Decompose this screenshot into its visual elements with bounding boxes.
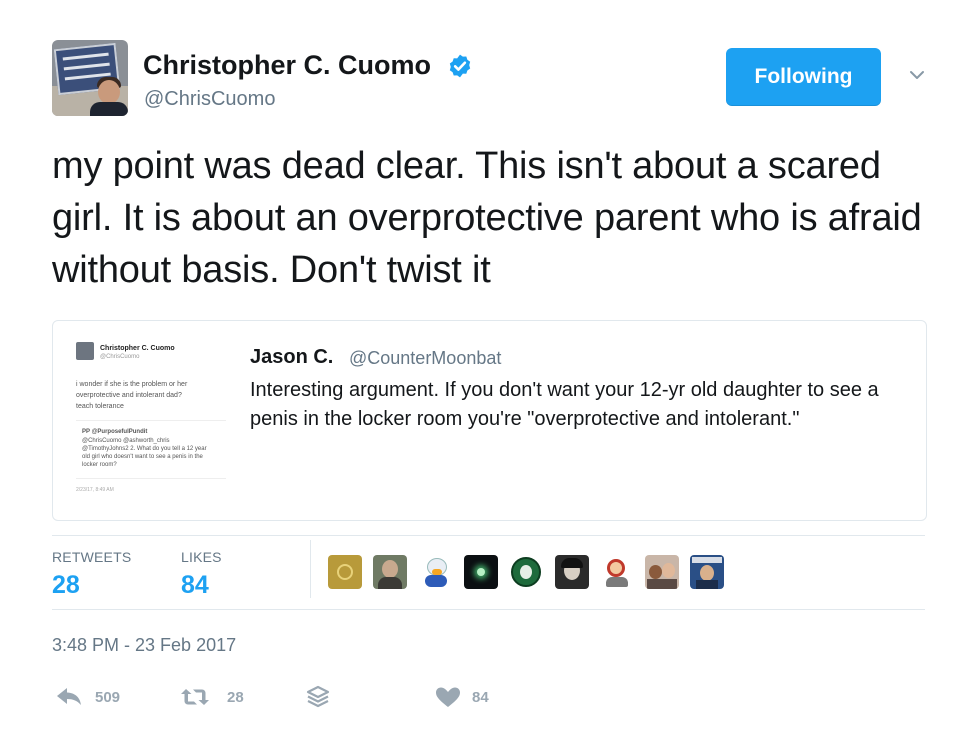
thumbnail-handle: @ChrisCuomo (100, 354, 140, 360)
author-avatar[interactable] (52, 40, 128, 116)
thumbnail-line: teach tolerance (76, 403, 124, 410)
author-handle[interactable]: @ChrisCuomo (144, 88, 275, 111)
liker-avatar[interactable] (509, 555, 543, 589)
stack-icon[interactable] (303, 685, 333, 709)
stats-separator (310, 540, 311, 598)
quoted-author-name[interactable]: Jason C. (250, 346, 333, 369)
liker-avatar[interactable] (464, 555, 498, 589)
quoted-tweet-screenshot: Christopher C. Cuomo @ChrisCuomo i wonde… (70, 336, 230, 498)
tweet-timestamp[interactable]: 3:48 PM - 23 Feb 2017 (52, 635, 236, 656)
like-count[interactable]: 84 (472, 689, 489, 706)
retweets-label[interactable]: RETWEETS (52, 549, 131, 565)
likes-count[interactable]: 84 (181, 571, 209, 600)
thumbnail-reply-head: PP @PurposefulPundit (82, 429, 148, 435)
tweet-text: my point was dead clear. This isn't abou… (52, 145, 922, 291)
liker-avatar[interactable] (600, 555, 634, 589)
reply-count[interactable]: 509 (95, 689, 120, 706)
liker-avatar[interactable] (555, 555, 589, 589)
quoted-tweet-text: Interesting argument. If you don't want … (250, 379, 879, 430)
thumbnail-line: i wonder if she is the problem or her (76, 381, 188, 388)
verified-badge-icon (449, 54, 471, 78)
thumbnail-line: overprotective and intolerant dad? (76, 392, 182, 399)
thumbnail-reply-line: locker room? (82, 462, 117, 468)
retweet-count[interactable]: 28 (227, 689, 244, 706)
following-button[interactable]: Following (726, 48, 881, 106)
divider (52, 609, 925, 610)
retweets-count[interactable]: 28 (52, 571, 80, 600)
like-heart-icon[interactable] (433, 685, 463, 709)
thumbnail-time: 2/23/17, 8:49 AM (76, 487, 114, 493)
liker-avatar[interactable] (328, 555, 362, 589)
author-display-name[interactable]: Christopher C. Cuomo (143, 50, 431, 81)
chevron-down-icon[interactable] (906, 64, 928, 86)
retweet-icon[interactable] (180, 685, 210, 709)
liker-avatar[interactable] (690, 555, 724, 589)
reply-icon[interactable] (54, 685, 84, 709)
quoted-author-handle[interactable]: @CounterMoonbat (349, 348, 501, 369)
thumbnail-name: Christopher C. Cuomo (100, 345, 175, 352)
liker-avatar[interactable] (645, 555, 679, 589)
likes-label[interactable]: LIKES (181, 549, 222, 565)
thumbnail-avatar (76, 342, 94, 360)
liker-avatar[interactable] (373, 555, 407, 589)
divider (52, 535, 925, 536)
liker-avatar[interactable] (419, 555, 453, 589)
